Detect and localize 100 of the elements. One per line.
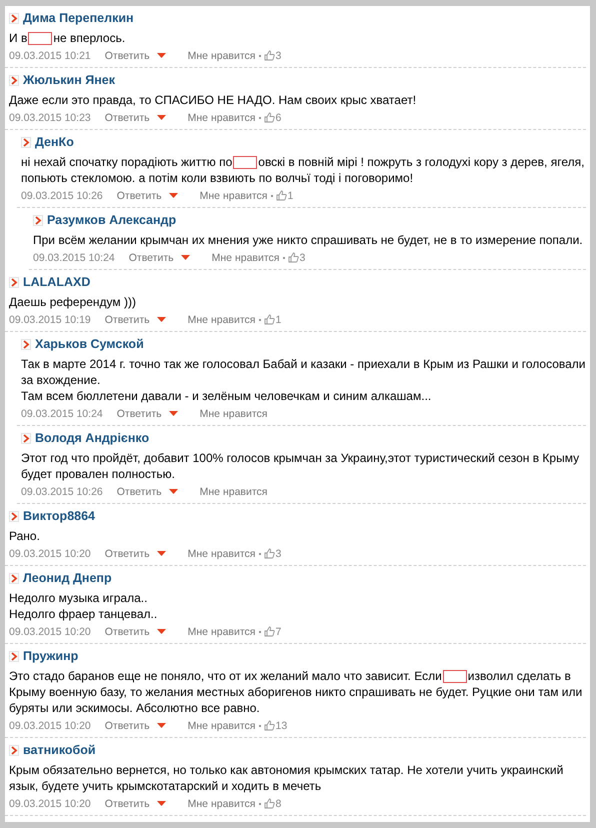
reply-link[interactable]: Ответить [104, 626, 150, 638]
like-link[interactable]: Мне нравится [188, 548, 256, 560]
caret-icon[interactable] [168, 193, 178, 198]
like-count: 6 [276, 112, 282, 124]
comment-text: Так в марте 2014 г. точно так же голосовал Бабай и казаки - приехали в Крым из Рашки и голосовали за вхождение. [21, 356, 586, 388]
like-link[interactable]: Мне нравится [200, 190, 268, 202]
like-link[interactable]: Мне нравится [188, 798, 256, 810]
like-link[interactable]: Мне нравится [200, 486, 268, 498]
chevron-icon [9, 12, 19, 24]
like-link[interactable]: Мне нравится [188, 50, 256, 62]
author-name[interactable]: Разумков Александр [47, 213, 176, 227]
caret-icon[interactable] [156, 723, 166, 728]
reply-link[interactable]: Ответить [116, 486, 162, 498]
comment-date: 09.03.2015 10:21 [9, 50, 91, 62]
caret-icon[interactable] [180, 255, 190, 260]
chevron-icon [21, 136, 31, 148]
thumbs-up-icon [288, 252, 298, 263]
author-name[interactable]: ДенКо [35, 135, 74, 149]
thumbs-up-icon [264, 314, 274, 325]
reply-link[interactable]: Ответить [116, 408, 162, 420]
thumbs-up-icon [264, 626, 274, 637]
author-name[interactable]: Харьков Сумской [35, 337, 144, 351]
like-count: 3 [300, 252, 306, 264]
chevron-icon [9, 650, 19, 662]
like-count: 8 [276, 798, 282, 810]
reply-link[interactable]: Ответить [104, 720, 150, 732]
comment-text: И в не вперлось. [9, 30, 126, 46]
comment-text: Недолго фраер танцевал.. [9, 606, 158, 622]
comment-text: Это стадо баранов еще не поняло, что от их желаний мало что зависит. Если изволил сделать в Крыму военную базу, то желания местных аборигенов никто спрашивать не будет. Руцкие они там или буряты или эскимосы. Абсолютно все равно. [9, 668, 584, 716]
comment-text: Там всем бюллетени давали - и зелёным человечкам и синим алкашам... [21, 388, 432, 404]
author-name[interactable]: Дима Перепелкин [23, 11, 134, 25]
caret-icon[interactable] [156, 317, 166, 322]
like-count: 3 [276, 50, 282, 62]
redaction-mark [28, 32, 52, 45]
chevron-icon [21, 432, 31, 444]
comment-date: 09.03.2015 10:20 [9, 720, 91, 732]
thumbs-up-icon [264, 798, 274, 809]
author-name[interactable]: Жюлькин Янек [23, 73, 115, 87]
thumbs-up-icon [264, 720, 274, 731]
like-link[interactable]: Мне нравится [212, 252, 280, 264]
reply-link[interactable]: Ответить [128, 252, 174, 264]
reply-link[interactable]: Ответить [104, 112, 150, 124]
thumbs-up-icon [264, 112, 274, 123]
like-link[interactable]: Мне нравится [200, 408, 268, 420]
author-name[interactable]: LALALAXD [23, 275, 90, 289]
redaction-mark [442, 670, 467, 683]
chevron-icon [9, 572, 19, 584]
comment-date: 09.03.2015 10:24 [33, 252, 115, 264]
comment-text: При всём желании крымчан их мнения уже никто спрашивать не будет, не в то измерение попали. [33, 232, 584, 248]
comment-text: Даешь референдум ))) [9, 294, 137, 310]
caret-icon[interactable] [156, 801, 166, 806]
reply-link[interactable]: Ответить [104, 548, 150, 560]
reply-link[interactable]: Ответить [104, 314, 150, 326]
thumbs-up-icon [264, 50, 274, 61]
like-count: 13 [276, 720, 288, 732]
like-count: 1 [276, 314, 282, 326]
chevron-icon [9, 510, 19, 522]
chevron-icon [9, 744, 19, 756]
chevron-icon [9, 276, 19, 288]
caret-icon[interactable] [156, 53, 166, 58]
like-link[interactable]: Мне нравится [188, 112, 256, 124]
author-name[interactable]: Леонид Днепр [23, 571, 112, 585]
like-count: 7 [276, 626, 282, 638]
caret-icon[interactable] [156, 629, 166, 634]
like-count: 1 [288, 190, 294, 202]
like-link[interactable]: Мне нравится [188, 720, 256, 732]
chevron-icon [9, 74, 19, 86]
chevron-icon [21, 338, 31, 350]
comment-text: Рано. [9, 528, 41, 544]
reply-link[interactable]: Ответить [104, 798, 150, 810]
like-link[interactable]: Мне нравится [188, 314, 256, 326]
like-count: 3 [276, 548, 282, 560]
thumbs-up-icon [264, 548, 274, 559]
comment-date: 09.03.2015 10:20 [9, 626, 91, 638]
chevron-icon [33, 214, 43, 226]
caret-icon[interactable] [168, 411, 178, 416]
author-name[interactable]: ватникобой [23, 743, 96, 757]
comment-date: 09.03.2015 10:23 [9, 112, 91, 124]
like-link[interactable]: Мне нравится [188, 626, 256, 638]
caret-icon[interactable] [156, 115, 166, 120]
comment-date: 09.03.2015 10:20 [9, 798, 91, 810]
author-name[interactable]: Пружинр [23, 649, 78, 663]
comment-date: 09.03.2015 10:19 [9, 314, 91, 326]
author-name[interactable]: Володя Андрієнко [35, 431, 150, 445]
comment-text: ні нехай спочатку порадіють життю по овскі в повній мірі ! пожруть з голодухі кору з дерев, ягеля, попьють стекломою. а потім коли взвиють по волчьї тоді і поговоримо! [21, 154, 586, 186]
comment-date: 09.03.2015 10:20 [9, 548, 91, 560]
comment-date: 09.03.2015 10:26 [21, 486, 103, 498]
author-name[interactable]: Виктор8864 [23, 509, 96, 523]
comment-text: Этот год что пройдёт, добавит 100% голосов крымчан за Украину,этот туристический сезон в Крыму будет провален полностью. [21, 450, 580, 482]
reply-link[interactable]: Ответить [116, 190, 162, 202]
reply-link[interactable]: Ответить [104, 50, 150, 62]
thumbs-up-icon [276, 190, 286, 201]
caret-icon[interactable] [168, 489, 178, 494]
comment-date: 09.03.2015 10:24 [21, 408, 103, 420]
comment-text: Крым обязательно вернется, но только как автономия крымских татар. Не хотели учить украинский язык, будете учить крымскотатарский и ходить в мечеть [9, 762, 564, 794]
caret-icon[interactable] [156, 551, 166, 556]
redaction-mark [233, 156, 258, 169]
comment-text: Даже если это правда, то СПАСИБО НЕ НАДО. Нам своих крыс хватает! [9, 92, 418, 108]
comment-date: 09.03.2015 10:26 [21, 190, 103, 202]
comment-text: Недолго музыка играла.. [9, 590, 148, 606]
